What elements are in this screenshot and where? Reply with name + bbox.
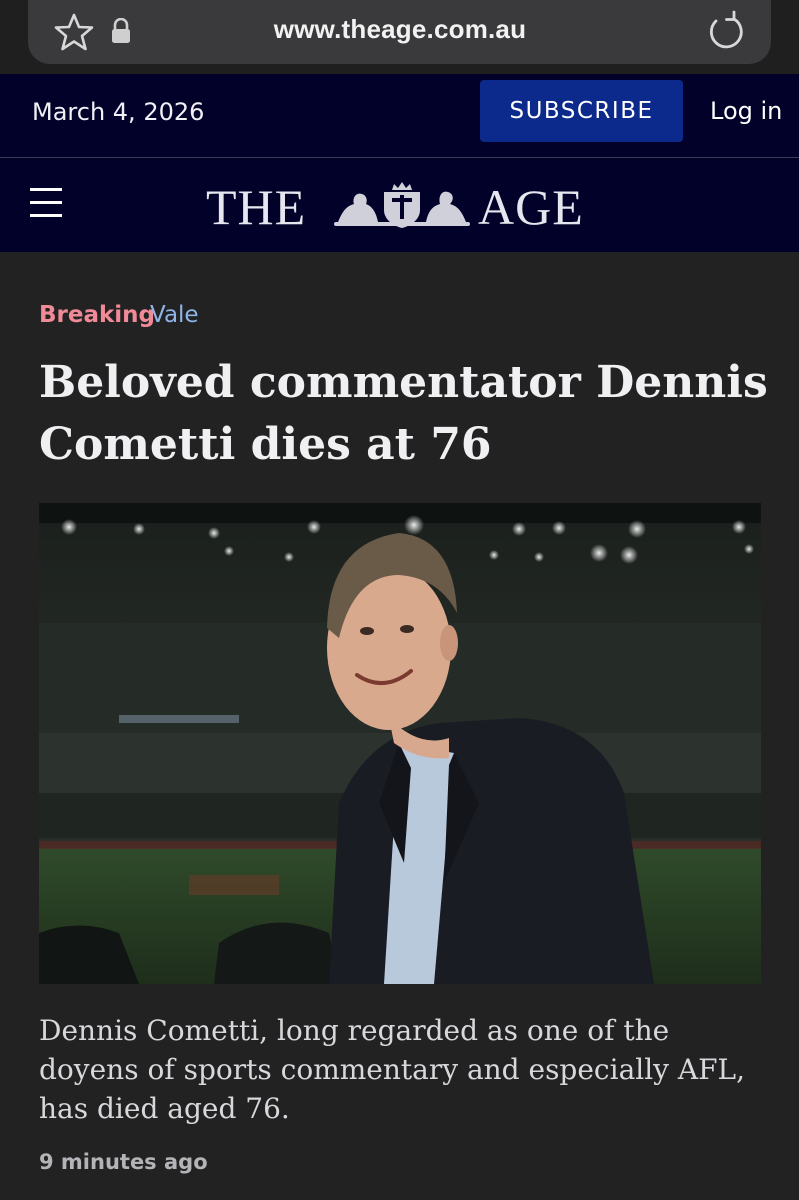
- reload-icon[interactable]: [704, 10, 746, 52]
- login-link[interactable]: Log in: [710, 97, 782, 125]
- stadium-photo: [39, 503, 761, 984]
- star-icon[interactable]: [54, 12, 94, 52]
- subscribe-button[interactable]: SUBSCRIBE: [480, 80, 683, 142]
- crest-icon: [334, 182, 470, 228]
- current-date: March 4, 2026: [32, 98, 205, 126]
- lock-icon: [112, 18, 130, 43]
- kicker-vale[interactable]: Vale: [150, 302, 199, 328]
- article-hero-image[interactable]: [39, 503, 761, 984]
- article-standfirst: Dennis Cometti, long regarded as one of …: [39, 1014, 746, 1125]
- logo-text-the[interactable]: THE: [206, 178, 306, 236]
- url-text[interactable]: www.theage.com.au: [200, 14, 600, 48]
- browser-toolbar: www.theage.com.au: [0, 0, 799, 74]
- kicker-breaking: Breaking: [39, 302, 156, 328]
- site-top-strip: March 4, 2026 SUBSCRIBE Log in: [0, 74, 799, 158]
- logo-text-age[interactable]: AGE: [478, 178, 584, 236]
- site-masthead: THE AGE: [0, 158, 799, 252]
- article-headline[interactable]: Beloved commentator Dennis Cometti dies …: [39, 352, 769, 476]
- publish-timestamp: 9 minutes ago: [39, 1150, 208, 1174]
- menu-icon[interactable]: [30, 188, 64, 222]
